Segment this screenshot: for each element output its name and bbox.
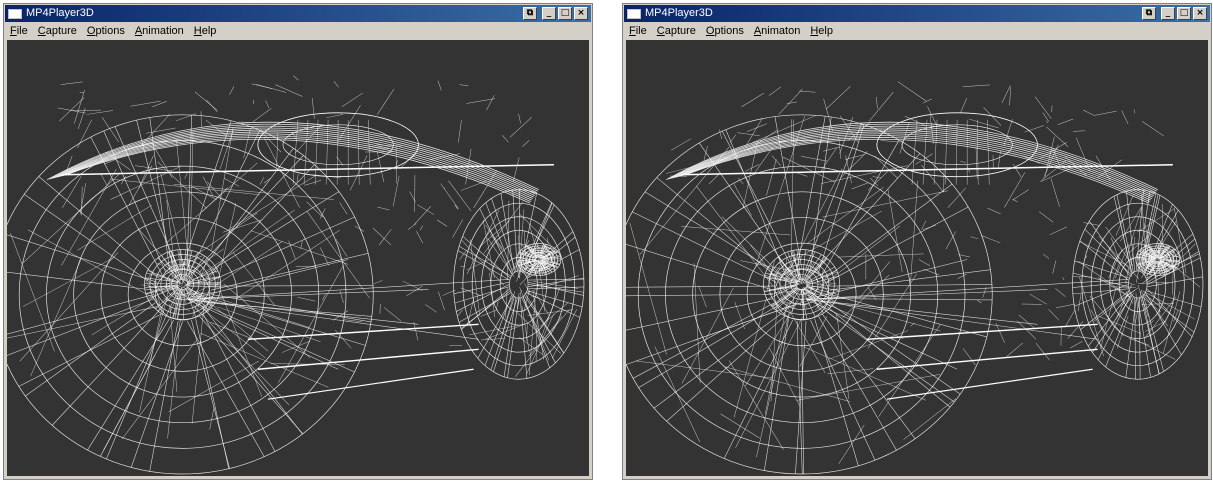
menu-help[interactable]: Help (189, 25, 222, 37)
window-icon[interactable] (627, 8, 641, 19)
wireframe-model-render (626, 81, 1204, 475)
wireframe-model-render (7, 75, 585, 475)
menu-bar: File Capture Options Animation Help (5, 23, 591, 39)
menu-animation[interactable]: Animaton (749, 25, 805, 37)
menu-capture[interactable]: Capture (33, 25, 82, 37)
menu-file[interactable]: File (624, 25, 652, 37)
restore-icon[interactable]: ⧉ (1142, 7, 1156, 20)
menu-help[interactable]: Help (805, 25, 838, 37)
title-bar[interactable]: MP4Player3D ⧉ _ □ × (624, 5, 1210, 22)
player-window-right: MP4Player3D ⧉ _ □ × File Capture Options… (622, 3, 1212, 480)
window-title: MP4Player3D (645, 7, 713, 19)
menu-animation[interactable]: Animation (130, 25, 189, 37)
close-icon[interactable]: × (1193, 7, 1207, 20)
render-viewport[interactable] (626, 40, 1208, 476)
window-title: MP4Player3D (26, 7, 94, 19)
close-icon[interactable]: × (574, 7, 588, 20)
title-bar[interactable]: MP4Player3D ⧉ _ □ × (5, 5, 591, 22)
maximize-icon[interactable]: □ (1177, 7, 1191, 20)
minimize-icon[interactable]: _ (542, 7, 556, 20)
render-viewport[interactable] (7, 40, 589, 476)
menu-options[interactable]: Options (82, 25, 130, 37)
maximize-icon[interactable]: □ (558, 7, 572, 20)
window-icon[interactable] (8, 8, 22, 19)
menu-capture[interactable]: Capture (652, 25, 701, 37)
player-window-left: MP4Player3D ⧉ _ □ × File Capture Options… (3, 3, 593, 480)
menu-bar: File Capture Options Animaton Help (624, 23, 1210, 39)
restore-icon[interactable]: ⧉ (523, 7, 537, 20)
menu-file[interactable]: File (5, 25, 33, 37)
menu-options[interactable]: Options (701, 25, 749, 37)
minimize-icon[interactable]: _ (1161, 7, 1175, 20)
